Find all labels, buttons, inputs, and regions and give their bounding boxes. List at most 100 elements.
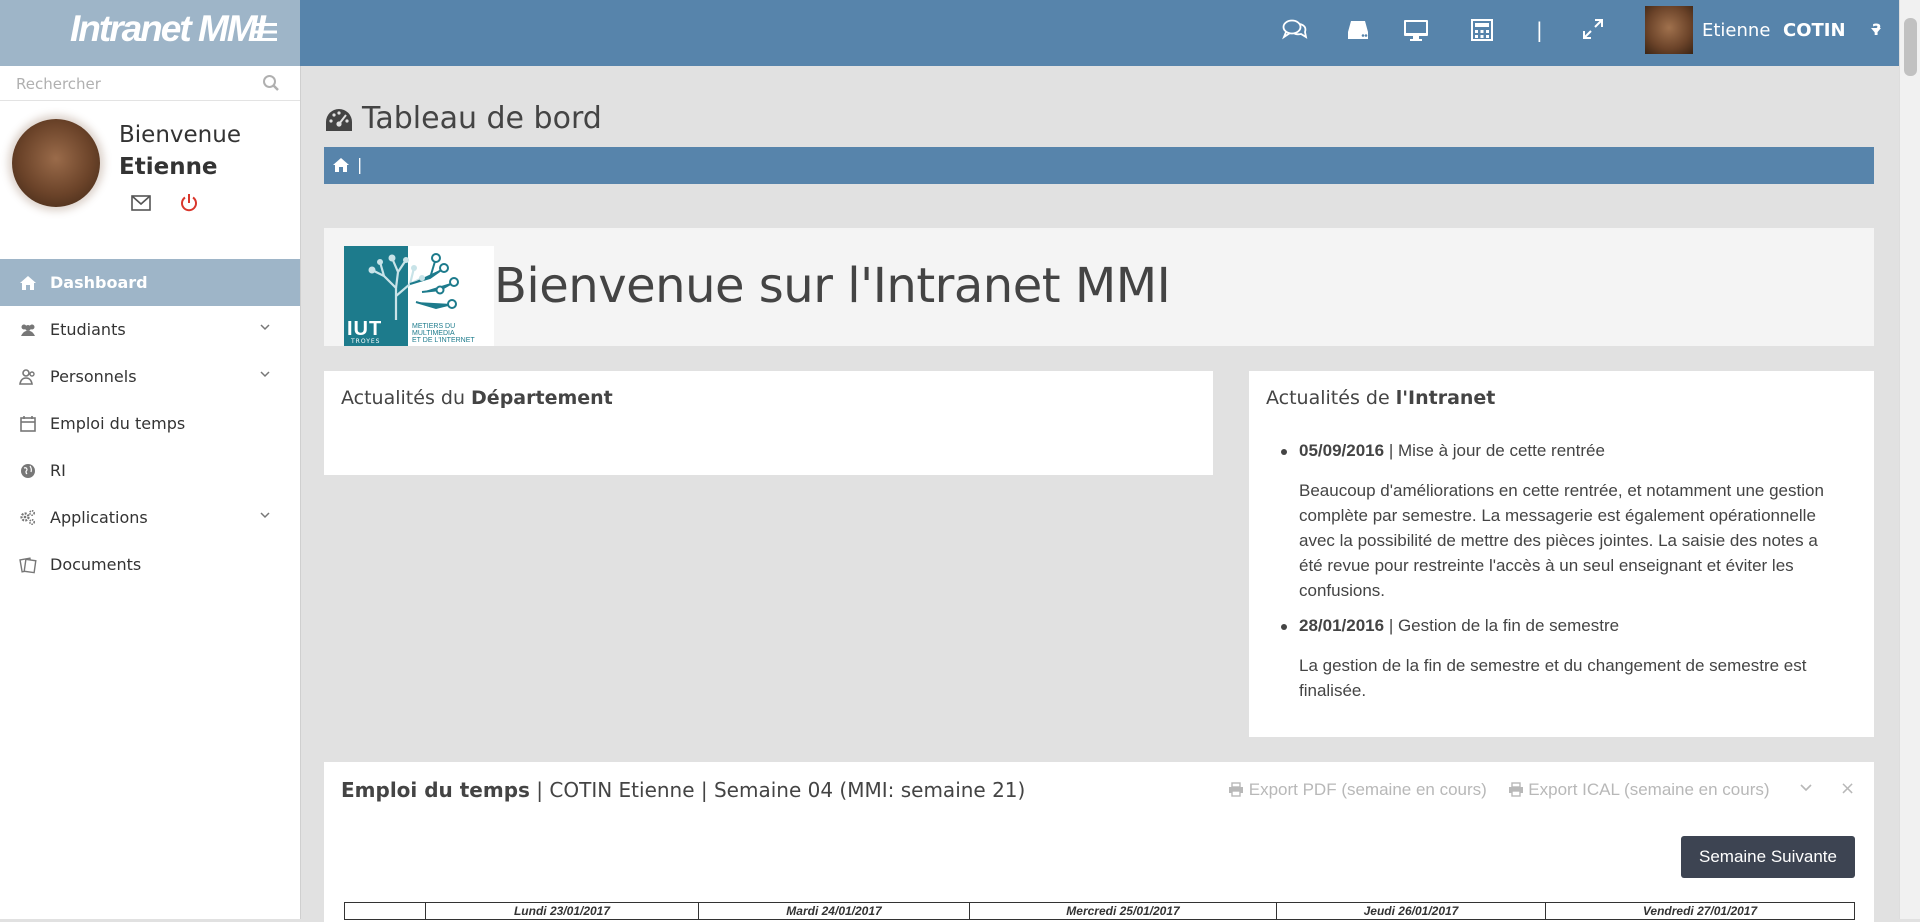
page-title-text: Tableau de bord xyxy=(362,101,602,136)
sidebar-nav: Dashboard Etudiants Personnels Emploi du… xyxy=(0,259,300,588)
search-input[interactable] xyxy=(14,72,258,96)
export-ical-label: Export ICAL (semaine en cours) xyxy=(1528,780,1770,799)
app-logo[interactable]: Intranet MMI xyxy=(70,8,266,50)
sidebar-item-label: Personnels xyxy=(50,367,137,386)
schedule-day-header: Vendredi 27/01/2017 xyxy=(1545,902,1855,920)
logo-bar: Intranet MMI xyxy=(0,0,300,66)
sidebar-item-label: Emploi du temps xyxy=(50,414,186,433)
schedule-corner-cell xyxy=(344,902,426,920)
news-body: La gestion de la fin de semestre et du c… xyxy=(1299,656,1807,700)
sidebar-item-label: RI xyxy=(50,461,66,480)
drive-icon[interactable] xyxy=(1346,18,1370,42)
welcome-title: Bienvenue sur l'Intranet MMI xyxy=(494,258,1171,314)
chevron-down-icon xyxy=(260,324,270,331)
schedule-day-header: Jeudi 26/01/2017 xyxy=(1276,902,1546,920)
sidebar-item-personnels[interactable]: Personnels xyxy=(0,353,300,400)
iut-logo-sub: TROYES xyxy=(351,338,381,345)
schedule-day-header: Mardi 24/01/2017 xyxy=(698,902,970,920)
sidebar-item-label: Dashboard xyxy=(50,273,148,292)
schedule-title-bold: Emploi du temps xyxy=(341,778,530,802)
next-week-button[interactable]: Semaine Suivante xyxy=(1681,836,1855,878)
sidebar-item-etudiants[interactable]: Etudiants xyxy=(0,306,300,353)
welcome-banner: IUT TROYES Metiers du Multimedia et de l… xyxy=(324,228,1874,346)
envelope-icon[interactable] xyxy=(131,195,151,211)
export-ical-link[interactable]: Export ICAL (semaine en cours) xyxy=(1508,780,1778,799)
iut-tagline-line3: et de l'Internet xyxy=(412,337,475,344)
news-body: Beaucoup d'améliorations en cette rentré… xyxy=(1299,481,1824,600)
iut-tagline-line1: Metiers du xyxy=(412,323,456,330)
news-department-panel: Actualités du Département xyxy=(324,371,1213,475)
user-menu[interactable]: Etienne COTIN xyxy=(1645,0,1885,66)
desktop-icon[interactable] xyxy=(1403,18,1429,42)
sidebar-search xyxy=(0,66,300,101)
panel-title-prefix: Actualités de xyxy=(1266,387,1390,409)
page-scrollbar[interactable] xyxy=(1899,0,1920,919)
welcome-text: Bienvenue xyxy=(119,122,241,148)
power-icon[interactable] xyxy=(179,193,199,213)
globe-icon xyxy=(19,462,37,480)
documents-icon xyxy=(19,556,37,574)
sidebar-item-emploi-du-temps[interactable]: Emploi du temps xyxy=(0,400,300,447)
breadcrumb: | xyxy=(324,147,1874,184)
sidebar-item-applications[interactable]: Applications xyxy=(0,494,300,541)
sidebar-item-label: Documents xyxy=(50,555,142,574)
news-title: | Gestion de la fin de semestre xyxy=(1384,616,1620,635)
users-icon xyxy=(19,321,37,339)
hamburger-menu-icon[interactable] xyxy=(252,19,278,45)
export-pdf-label: Export PDF (semaine en cours) xyxy=(1248,780,1487,799)
schedule-day-header: Mercredi 25/01/2017 xyxy=(969,902,1277,920)
news-header: 28/01/2016 | Gestion de la fin de semest… xyxy=(1299,616,1839,636)
news-date: 28/01/2016 xyxy=(1299,616,1385,635)
panel-title: Actualités du Département xyxy=(341,387,613,409)
home-icon[interactable] xyxy=(333,158,349,172)
welcome-name: Etienne xyxy=(119,154,218,180)
panel-title-prefix: Actualités du xyxy=(341,387,465,409)
news-item: 05/09/2016 | Mise à jour de cette rentré… xyxy=(1281,441,1839,616)
schedule-title-rest: | COTIN Etienne | Semaine 04 (MMI: semai… xyxy=(529,778,1026,802)
sidebar: Intranet MMI Bienvenue Etienne Dashboard… xyxy=(0,0,301,919)
export-pdf-link[interactable]: Export PDF (semaine en cours) xyxy=(1228,780,1500,799)
sidebar-item-dashboard[interactable]: Dashboard xyxy=(0,259,300,306)
iut-tagline-line2: Multimedia xyxy=(412,330,455,337)
schedule-title: Emploi du temps | COTIN Etienne | Semain… xyxy=(341,778,1025,802)
news-date: 05/09/2016 xyxy=(1299,441,1385,460)
fullscreen-icon[interactable] xyxy=(1582,18,1604,40)
news-intranet-panel: Actualités de l'Intranet 05/09/2016 | Mi… xyxy=(1249,371,1874,737)
user-profile: Bienvenue Etienne xyxy=(0,101,300,253)
print-icon xyxy=(1508,782,1523,797)
close-panel-button[interactable]: × xyxy=(1840,778,1855,799)
news-list: 05/09/2016 | Mise à jour de cette rentré… xyxy=(1281,441,1839,703)
iut-logo: IUT TROYES Metiers du Multimedia et de l… xyxy=(344,246,494,346)
sidebar-item-ri[interactable]: RI xyxy=(0,447,300,494)
sidebar-item-documents[interactable]: Documents xyxy=(0,541,300,588)
dashboard-icon xyxy=(324,107,354,133)
news-item: 28/01/2016 | Gestion de la fin de semest… xyxy=(1281,616,1839,703)
collapse-chevron-icon[interactable] xyxy=(1800,784,1812,792)
chevron-down-icon xyxy=(260,512,270,519)
breadcrumb-separator: | xyxy=(357,155,363,174)
topbar-separator: | xyxy=(1536,18,1543,42)
news-title: | Mise à jour de cette rentrée xyxy=(1384,441,1605,460)
user-last-name: COTIN xyxy=(1783,20,1846,41)
schedule-day-header: Lundi 23/01/2017 xyxy=(425,902,699,920)
calculator-icon[interactable] xyxy=(1470,18,1494,42)
scrollbar-thumb[interactable] xyxy=(1904,18,1917,76)
home-icon xyxy=(19,274,37,292)
news-header: 05/09/2016 | Mise à jour de cette rentré… xyxy=(1299,441,1839,461)
help-button[interactable]: ? xyxy=(1872,20,1881,39)
schedule-actions: Export PDF (semaine en cours) Export ICA… xyxy=(1228,780,1786,800)
panel-title: Actualités de l'Intranet xyxy=(1266,387,1495,409)
comments-icon[interactable] xyxy=(1282,18,1308,42)
panel-title-bold: Département xyxy=(471,387,613,409)
bullet xyxy=(1281,624,1287,630)
tree-graphic xyxy=(368,253,459,320)
sidebar-item-label: Etudiants xyxy=(50,320,126,339)
calendar-icon xyxy=(19,415,37,433)
cogs-icon xyxy=(19,509,37,527)
search-icon[interactable] xyxy=(262,74,280,92)
schedule-header-row: Lundi 23/01/2017 Mardi 24/01/2017 Mercre… xyxy=(344,902,1855,920)
iut-logo-tagline: Metiers du Multimedia et de l'Internet xyxy=(412,323,475,344)
schedule-panel: Emploi du temps | COTIN Etienne | Semain… xyxy=(324,762,1874,922)
sidebar-item-label: Applications xyxy=(50,508,148,527)
user-first-name: Etienne xyxy=(1702,20,1771,41)
